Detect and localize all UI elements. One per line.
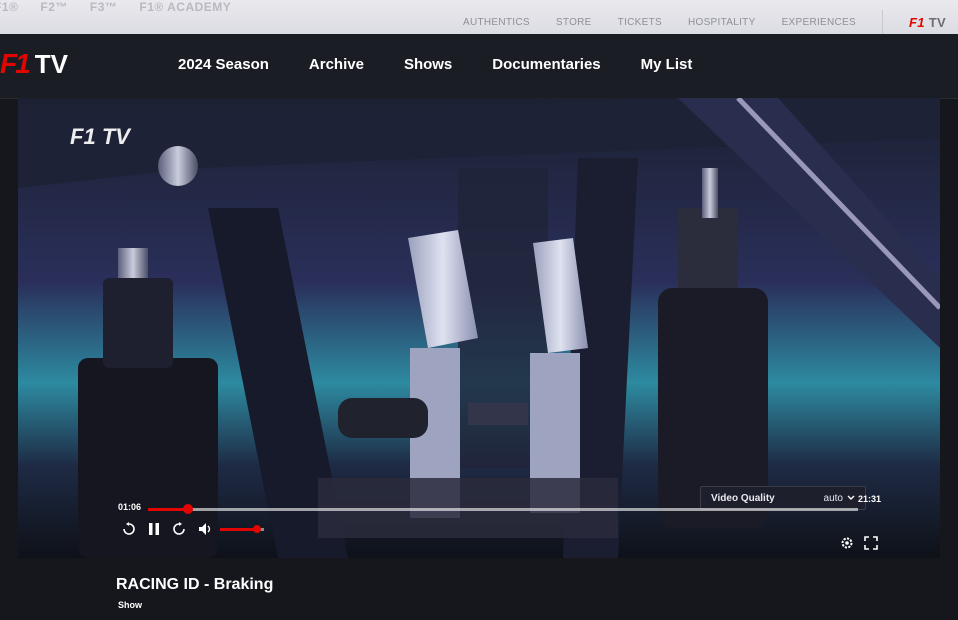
watermark-tv-text: TV	[101, 124, 130, 149]
duration-time: 21:31	[858, 494, 882, 504]
watermark-f1-mark: F1	[70, 124, 96, 149]
series-link-f2[interactable]: F2™	[40, 0, 68, 18]
volume-slider[interactable]	[220, 525, 264, 533]
player-watermark: F1 TV	[70, 124, 130, 150]
video-title: RACING ID - Braking	[116, 576, 274, 593]
progress-bar[interactable]	[148, 504, 858, 514]
nav-item-documentaries[interactable]: Documentaries	[492, 56, 600, 73]
volume-fill	[220, 528, 258, 531]
series-link-f1[interactable]: F1®	[0, 0, 18, 18]
primary-nav: 2024 Season Archive Shows Documentaries …	[178, 56, 692, 73]
f1-logo-mark: F1	[0, 48, 31, 79]
topbar-link-authentics[interactable]: AUTHENTICS	[463, 17, 530, 28]
topbar-divider	[882, 10, 883, 34]
volume-icon[interactable]	[198, 522, 214, 539]
top-utility-bar: F1® F2™ F3™ F1® ACADEMY AUTHENTICS STORE…	[0, 0, 958, 34]
main-navbar: F1 TV 2024 Season Archive Shows Document…	[0, 34, 958, 99]
forward-icon[interactable]	[172, 522, 186, 539]
volume-handle[interactable]	[253, 525, 262, 533]
f1tv-logo[interactable]: F1 TV	[0, 48, 68, 80]
tv-logo-text: TV	[34, 48, 68, 79]
rewind-icon[interactable]	[122, 522, 136, 539]
topbar-link-hospitality[interactable]: HOSPITALITY	[688, 17, 756, 28]
video-type-label: Show	[118, 600, 142, 610]
topbar-link-tickets[interactable]: TICKETS	[618, 17, 662, 28]
pause-icon[interactable]	[148, 522, 160, 539]
series-link-f1-academy[interactable]: F1® ACADEMY	[139, 0, 231, 18]
series-link-f3[interactable]: F3™	[90, 0, 118, 18]
nav-item-archive[interactable]: Archive	[309, 56, 364, 73]
nav-item-shows[interactable]: Shows	[404, 56, 452, 73]
progress-fill	[148, 508, 189, 511]
topbar-f1tv-logo[interactable]: F1 TV	[909, 15, 946, 30]
topbar-link-store[interactable]: STORE	[556, 17, 592, 28]
progress-handle[interactable]	[183, 504, 194, 514]
topbar-links: AUTHENTICS STORE TICKETS HOSPITALITY EXP…	[463, 10, 946, 34]
fullscreen-icon[interactable]	[864, 536, 878, 553]
player-controls: 01:06 21:31	[18, 494, 940, 558]
series-links: F1® F2™ F3™ F1® ACADEMY	[0, 0, 231, 18]
video-player[interactable]: F1 TV Video Quality auto 01:06 21:31	[18, 98, 940, 558]
nav-item-my-list[interactable]: My List	[641, 56, 693, 73]
current-time: 01:06	[118, 502, 142, 512]
nav-item-2024-season[interactable]: 2024 Season	[178, 56, 269, 73]
topbar-link-experiences[interactable]: EXPERIENCES	[782, 17, 856, 28]
topbar-f1-mark: F1	[909, 14, 925, 30]
topbar-tv-text: TV	[928, 14, 946, 30]
settings-gear-icon[interactable]	[840, 536, 854, 553]
